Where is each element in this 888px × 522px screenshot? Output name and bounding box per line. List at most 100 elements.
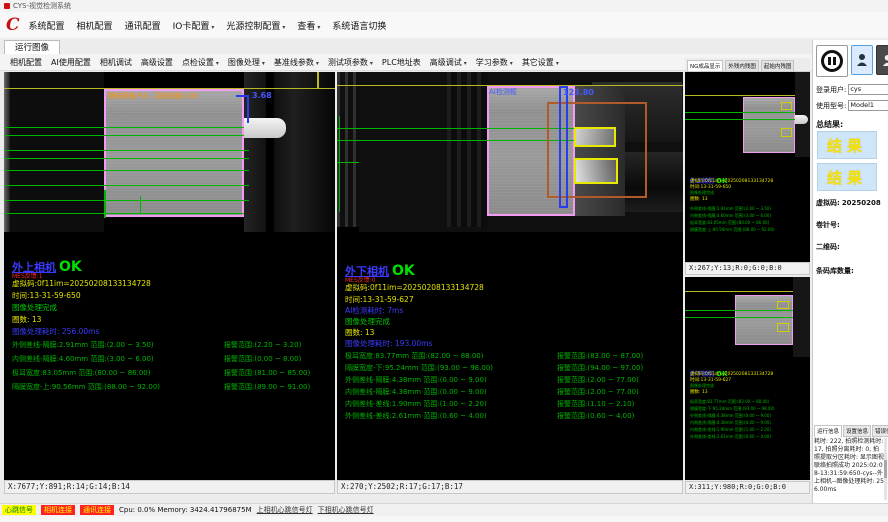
menu-system-config[interactable]: 系统配置 — [29, 19, 65, 32]
upper-camera-heartbeat-link[interactable]: 上相机心跳信号灯 — [257, 505, 313, 515]
log-scrollbar[interactable] — [884, 438, 887, 500]
pause-button[interactable] — [816, 45, 848, 77]
dropdown-arrow-icon: ▾ — [282, 24, 285, 31]
preview-tab-start[interactable]: 起始内残图 — [761, 60, 795, 71]
measurement-row: 外侧差线-隔膜:2.91mm 范围:(2.00 ~ 3.50) 报警范围:(2.… — [12, 340, 335, 350]
turns-text: 圈数: 13 — [345, 327, 374, 338]
preview-bottom-view[interactable]: 外下相机OK 虚拟码:0f11im=20250208133134728 时间:1… — [685, 277, 810, 480]
green-measure-line — [4, 150, 249, 151]
tool-spot-check[interactable]: 点检设置▾ — [182, 57, 219, 68]
turns-text: 圈数: 13 — [690, 389, 708, 395]
measurement-value: 内侧差线-差线:1.90mm 范围:(1.00 ~ 2.20) — [345, 400, 487, 408]
lower-camera-heartbeat-link[interactable]: 下相机心跳信号灯 — [318, 505, 374, 515]
preview-top-view[interactable]: 外上相机OK 虚拟码:0f11im=20250208133134728 时间:1… — [685, 72, 810, 262]
measurement-value: 内侧差线-隔膜:4.60mm 范围:(3.00 ~ 6.00) — [690, 213, 771, 218]
measurement-row: 极耳宽度:83.05mm 范围:(80.00 ~ 86.00) — [690, 220, 808, 226]
measurement-value: 隔膜宽度-下:95.24mm 范围:(93.00 ~ 98.00) — [345, 364, 493, 372]
elapsed-text: 图像处理耗时: 256.00ms — [12, 326, 99, 337]
tool-camera-config[interactable]: 相机配置 — [10, 57, 42, 68]
user-icon — [882, 54, 888, 67]
measurement-value: 内侧差线-隔膜:4.38mm 范围:(0.00 ~ 9.00) — [345, 388, 487, 396]
blue-caliper-line — [247, 95, 249, 123]
blue-caliper-box — [559, 86, 568, 208]
scrollbar-thumb[interactable] — [884, 460, 887, 478]
model-field[interactable]: Model1 — [848, 100, 888, 111]
caliper-value-text: 123.80 — [563, 88, 594, 97]
menu-light-config[interactable]: 光源控制配置▾ — [226, 19, 285, 32]
tool-ai-config[interactable]: AI使用配置 — [51, 57, 91, 68]
green-measure-line — [4, 185, 249, 186]
tool-advanced-debug[interactable]: 高级调试▾ — [430, 57, 467, 68]
tool-other-settings[interactable]: 其它设置▾ — [522, 57, 559, 68]
tool-label: 高级调试 — [430, 58, 462, 67]
tool-image-processing[interactable]: 图像处理▾ — [228, 57, 265, 68]
left-camera-view[interactable]: 静态阈值:93，动态阈值:100 3.68 外上相机OK MES反馈:1 虚拟码… — [4, 72, 335, 480]
green-measure-line — [4, 135, 244, 136]
menu-comm-config[interactable]: 通讯配置 — [125, 19, 161, 32]
measurement-row: 外侧差线-隔膜:4.38mm 范围:(0.00 ~ 9.00) 报警范围:(2.… — [345, 375, 675, 385]
login-user-label: 登录用户: — [816, 85, 846, 95]
dropdown-arrow-icon: ▾ — [316, 60, 319, 67]
measurement-value: 外侧差线-差线:2.61mm 范围:(0.60 ~ 4.00) — [690, 434, 771, 439]
result-box-lower: 结果 — [817, 163, 877, 191]
dropdown-arrow-icon: ▾ — [317, 24, 320, 31]
log-tab-errors[interactable]: 错误信息 — [872, 425, 888, 437]
measurement-alarm: 报警范围:(81.00 ~ 85.00) — [224, 368, 310, 378]
dropdown-arrow-icon: ▾ — [370, 60, 373, 67]
green-tick-mark — [104, 190, 106, 218]
log-tab-settings[interactable]: 设置信息 — [843, 425, 871, 437]
tool-plc-address[interactable]: PLC地址表 — [382, 57, 421, 68]
login-user-button[interactable] — [851, 45, 873, 75]
app-icon — [4, 3, 10, 9]
menu-view[interactable]: 查看▾ — [297, 19, 320, 32]
preview-tab-outer[interactable]: 外残内残图 — [725, 60, 759, 71]
result-ok-badge: OK — [59, 259, 82, 275]
tool-label: 相机调试 — [100, 58, 132, 67]
preview-top-coordinate-bar: X:267;Y:13;R:0;G:0;B:0 — [685, 262, 810, 275]
virtual-code-value: 20250208 — [842, 199, 881, 207]
tool-label: 相机配置 — [10, 58, 42, 67]
ai-elapsed-text: AI检测耗时: 7ms — [345, 305, 403, 316]
user-icon — [856, 53, 868, 67]
tool-baseline-params[interactable]: 基准线参数▾ — [274, 57, 319, 68]
green-tick-mark — [140, 196, 141, 214]
menu-label: 相机配置 — [77, 22, 113, 32]
sidebar-buttons — [816, 45, 888, 77]
menu-label: IO卡配置 — [173, 22, 210, 32]
log-tab-run[interactable]: 运行信息 — [814, 425, 842, 437]
menu-language-switch[interactable]: 系统语言切换 — [332, 19, 386, 32]
window-titlebar: CYS-视觉检测系统 — [0, 0, 888, 12]
virtual-code-label: 虚拟码: — [816, 198, 840, 208]
mid-camera-view[interactable]: 123.80 AI检测框 外下相机OK MES反馈:0 虚拟码:0f11im=2… — [337, 72, 683, 480]
tool-test-params[interactable]: 测试项参数▾ — [328, 57, 373, 68]
measurement-row: 内侧差线-隔膜:4.60mm 范围:(3.00 ~ 6.00) — [690, 213, 808, 219]
tool-label: 图像处理 — [228, 58, 260, 67]
weld-detect-box — [781, 128, 792, 137]
tool-advanced-settings[interactable]: 高级设置 — [141, 57, 173, 68]
measurement-row: 内侧差线-差线:1.90mm 范围:(1.00 ~ 2.20) — [690, 427, 808, 433]
measurement-value: 隔膜宽度-上:90.56mm 范围:(88.00 ~ 92.00) — [12, 383, 160, 391]
measurement-alarm: 报警范围:(0.60 ~ 4.00) — [557, 411, 634, 421]
measurement-value: 极耳宽度:83.77mm 范围:(82.00 ~ 88.00) — [690, 399, 769, 404]
preview-tab-strip: NG成品显示 外残内残图 起始内残图 — [685, 58, 810, 72]
measurement-row: 极耳宽度:83.77mm 范围:(82.00 ~ 88.00) 报警范围:(83… — [345, 351, 675, 361]
image-background — [10, 72, 104, 232]
measurement-row: 隔膜宽度-上:90.56mm 范围:(88.00 ~ 92.00) — [690, 227, 808, 233]
menu-camera-config[interactable]: 相机配置 — [77, 19, 113, 32]
tool-label: AI使用配置 — [51, 58, 91, 67]
turns-text: 圈数: 13 — [12, 314, 41, 325]
operator-button[interactable] — [876, 45, 888, 75]
preview-tab-ng[interactable]: NG成品显示 — [687, 60, 723, 71]
measurement-row: 外侧差线-隔膜:4.38mm 范围:(0.00 ~ 9.00) — [690, 413, 808, 419]
tool-camera-debug[interactable]: 相机调试 — [100, 57, 132, 68]
tab-run-image[interactable]: 运行图像 — [4, 40, 60, 55]
green-measure-line — [337, 128, 575, 129]
menu-io-config[interactable]: IO卡配置▾ — [173, 19, 215, 32]
green-measure-line — [4, 213, 244, 214]
green-vertical-line — [339, 116, 340, 212]
tool-learning-params[interactable]: 学习参数▾ — [476, 57, 513, 68]
login-user-field[interactable]: cys — [848, 84, 888, 95]
measurement-row: 内侧差线-隔膜:4.38mm 范围:(0.00 ~ 9.00) 报警范围:(2.… — [345, 387, 675, 397]
green-measure-line — [4, 200, 249, 201]
measurement-row: 外侧差线-差线:2.61mm 范围:(0.60 ~ 4.00) — [690, 434, 808, 440]
